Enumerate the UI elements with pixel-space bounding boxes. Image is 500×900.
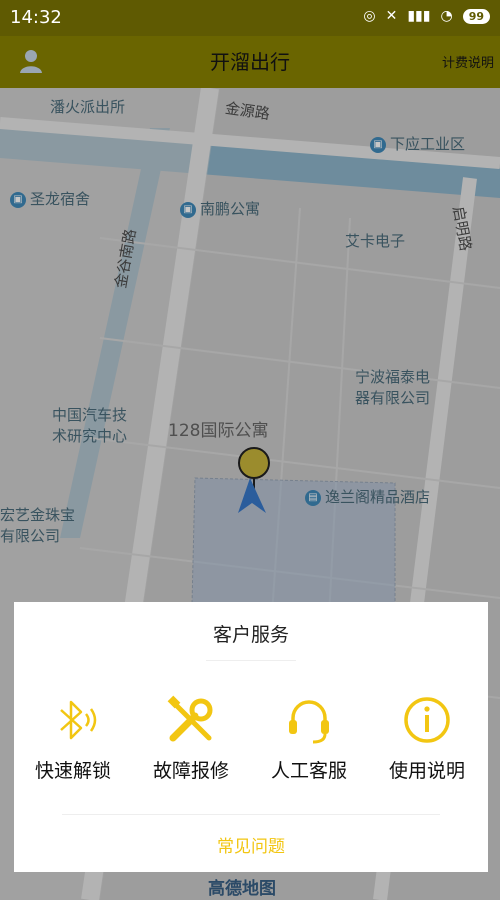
page-title: 开溜出行 <box>210 50 290 74</box>
status-icons: ◎ ✕ ▮▮▮ ◔ 99 <box>363 8 490 24</box>
divider <box>62 814 440 815</box>
faq-link[interactable]: 常见问题 <box>14 832 488 857</box>
bluetooth-icon <box>60 700 97 740</box>
headset-icon <box>289 700 329 744</box>
status-bar: 14:32 ◎ ✕ ▮▮▮ ◔ 99 <box>0 0 500 36</box>
info-icon <box>404 697 450 743</box>
signal-icon: ▮▮▮ <box>407 8 431 24</box>
service-label: 人工客服 <box>270 760 347 782</box>
mute-icon: ✕ <box>385 8 398 24</box>
quick-unlock-button[interactable]: 快速解锁 <box>14 694 132 783</box>
user-guide-button[interactable]: 使用说明 <box>368 694 486 783</box>
divider <box>206 660 296 661</box>
customer-service-dialog: 客户服务 快速解锁 故障报修 人工客服 使用说明 常见问题 <box>14 602 488 872</box>
map-watermark-logo: 高德地图 <box>208 879 276 899</box>
battery-icon: 99 <box>462 8 490 24</box>
app-header: 开溜出行 计费说明 <box>0 36 500 88</box>
alarm-icon: ◎ <box>363 8 376 24</box>
dialog-title: 客户服务 <box>212 624 289 646</box>
wrench-screwdriver-icon <box>167 695 213 742</box>
service-label: 快速解锁 <box>34 760 111 782</box>
repair-report-button[interactable]: 故障报修 <box>132 694 250 783</box>
service-label: 故障报修 <box>152 760 229 782</box>
wifi-icon: ◔ <box>440 8 453 24</box>
service-label: 使用说明 <box>388 760 465 782</box>
manual-service-button[interactable]: 人工客服 <box>250 694 368 783</box>
pricing-info-link[interactable]: 计费说明 <box>442 52 494 71</box>
status-time: 14:32 <box>10 7 62 28</box>
